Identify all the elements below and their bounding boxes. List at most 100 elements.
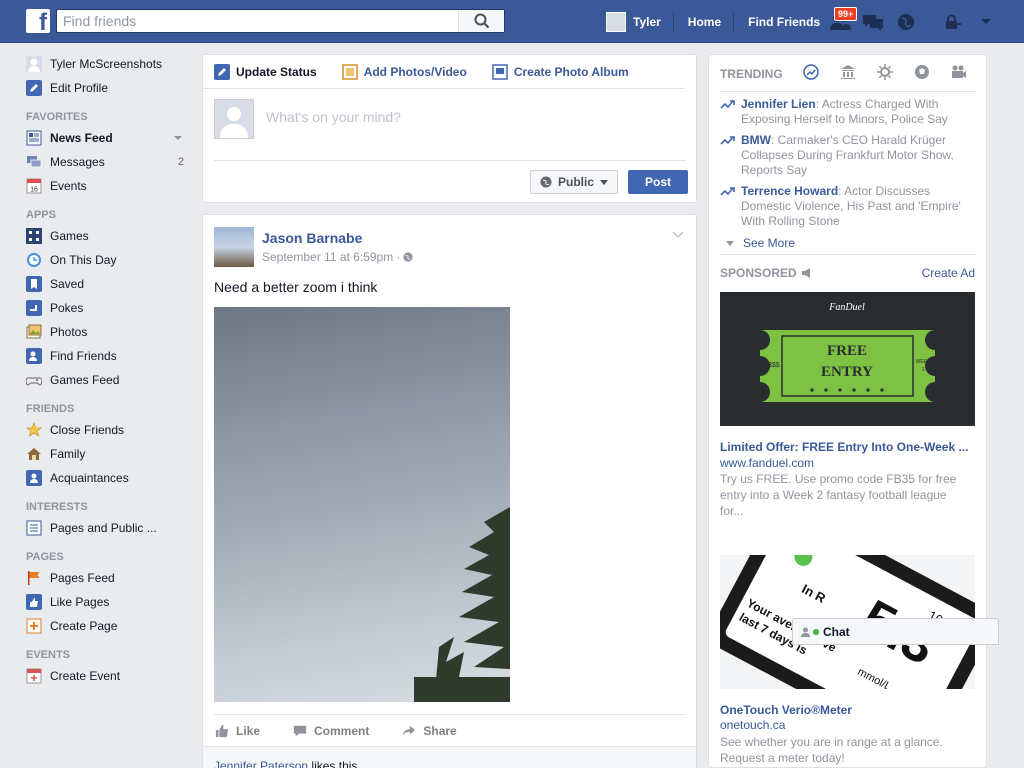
- sidebar-item-find-friends[interactable]: Find Friends: [26, 344, 192, 368]
- trending-item[interactable]: Terrence Howard: Actor Discusses Domesti…: [720, 184, 977, 229]
- thumbs-up-icon: [214, 723, 230, 739]
- sidebar-item-family[interactable]: Family: [26, 442, 192, 466]
- trending-item[interactable]: BMW: Carmaker's CEO Harald Krüger Collap…: [720, 133, 977, 178]
- sidebar-item-label: Messages: [50, 155, 105, 169]
- liker-name-link[interactable]: Jennifer Paterson: [214, 759, 308, 768]
- sidebar-item-games-feed[interactable]: Games Feed: [26, 368, 192, 392]
- notifications-button[interactable]: [894, 11, 918, 33]
- sports-ball-icon[interactable]: [914, 64, 930, 80]
- like-button[interactable]: Like: [214, 723, 260, 739]
- author-avatar[interactable]: [214, 227, 254, 267]
- post-button[interactable]: Post: [628, 170, 688, 194]
- search-button[interactable]: [458, 10, 504, 32]
- post-text: Need a better zoom i think: [214, 279, 378, 295]
- comment-button[interactable]: Comment: [292, 723, 369, 739]
- trending-topic-name: Terrence Howard: [741, 184, 839, 198]
- ad-title-link[interactable]: OneTouch Verio®Meter: [720, 703, 977, 717]
- sidebar-item-saved[interactable]: Saved: [26, 272, 192, 296]
- top-nav-links: Tyler Home Find Friends: [606, 0, 846, 43]
- sidebar-item-events[interactable]: 16 Events: [26, 174, 192, 198]
- post-author[interactable]: Jason Barnabe: [262, 230, 362, 246]
- news-feed-options-caret[interactable]: [174, 136, 182, 140]
- chat-bar[interactable]: Chat: [792, 618, 999, 645]
- sidebar-item-like-pages[interactable]: Like Pages: [26, 590, 192, 614]
- messages-icon: [863, 14, 883, 31]
- status-input[interactable]: [266, 109, 666, 125]
- home-link[interactable]: Home: [688, 11, 735, 32]
- chevron-down-icon[interactable]: [672, 231, 684, 239]
- sidebar-item-acquaintances[interactable]: Acquaintances: [26, 466, 192, 490]
- profile-link[interactable]: Tyler: [633, 11, 674, 32]
- globe-icon: [403, 252, 413, 262]
- trending-item[interactable]: Jennifer Lien: Actress Charged With Expo…: [720, 97, 977, 127]
- messages-button[interactable]: [861, 11, 885, 33]
- calendar-icon: 16: [26, 178, 42, 194]
- share-button[interactable]: Share: [401, 723, 457, 739]
- facebook-logo[interactable]: f: [26, 9, 50, 33]
- tab-label: Update Status: [236, 64, 317, 79]
- sidebar-item-create-event[interactable]: Create Event: [26, 664, 192, 688]
- sidebar-item-on-this-day[interactable]: On This Day: [26, 248, 192, 272]
- svg-text:FanDuel: FanDuel: [828, 302, 865, 313]
- audience-selector[interactable]: Public: [530, 170, 618, 194]
- trending-top-icon[interactable]: [803, 64, 819, 80]
- divider: [720, 254, 977, 255]
- sidebar-item-profile[interactable]: Tyler McScreenshots: [26, 52, 192, 76]
- sidebar-item-create-page[interactable]: Create Page: [26, 614, 192, 638]
- trending-arrow-icon: [720, 136, 735, 145]
- free-entry-ticket-graphic: FanDuel FREE ENTRY $$$$ WEEK 1: [760, 302, 935, 402]
- fanduel-ad-image[interactable]: FanDuel FREE ENTRY $$$$ WEEK 1: [720, 292, 975, 426]
- ad-title-link[interactable]: Limited Offer: FREE Entry Into One-Week …: [720, 440, 977, 454]
- trending-header: TRENDING: [720, 67, 783, 81]
- ad-url[interactable]: onetouch.ca: [720, 718, 785, 732]
- events-header: EVENTS: [26, 649, 71, 661]
- sidebar-item-close-friends[interactable]: Close Friends: [26, 418, 192, 442]
- account-menu-button[interactable]: [974, 11, 998, 33]
- ad-url[interactable]: www.fanduel.com: [720, 456, 814, 470]
- sidebar-item-photos[interactable]: Photos: [26, 320, 192, 344]
- sidebar-item-label: News Feed: [50, 131, 113, 145]
- news-feed-icon: [26, 130, 42, 146]
- privacy-shortcuts-button[interactable]: [941, 11, 965, 33]
- person-icon: [801, 627, 810, 637]
- sidebar-item-label: Acquaintances: [50, 471, 129, 485]
- megaphone-icon: [801, 268, 810, 278]
- post-photo[interactable]: [214, 307, 510, 702]
- sidebar-item-pages-feed[interactable]: Pages Feed: [26, 566, 192, 590]
- apps-header: APPS: [26, 209, 56, 221]
- sidebar-item-label: Pokes: [50, 301, 84, 315]
- politics-building-icon[interactable]: [840, 64, 856, 80]
- action-label: Like: [236, 723, 261, 738]
- find-friends-link[interactable]: Find Friends: [748, 12, 832, 32]
- photos-icon: [26, 324, 42, 340]
- sidebar-item-edit-profile[interactable]: Edit Profile: [26, 76, 192, 100]
- create-ad-link[interactable]: Create Ad: [922, 266, 975, 280]
- sidebar-item-messages[interactable]: Messages 2: [26, 150, 192, 174]
- science-gear-icon[interactable]: [877, 64, 893, 80]
- search-input[interactable]: [57, 10, 457, 32]
- sidebar-item-pages-and-public[interactable]: Pages and Public ...: [26, 516, 192, 540]
- sidebar-item-label: Games Feed: [50, 373, 120, 387]
- entertainment-camera-icon[interactable]: [951, 64, 967, 80]
- friend-requests-button[interactable]: 99+: [828, 6, 858, 33]
- see-more-trending[interactable]: See More: [726, 236, 795, 250]
- post-timestamp[interactable]: September 11 at 6:59pm: [262, 250, 393, 264]
- sidebar-item-news-feed[interactable]: News Feed: [26, 126, 192, 150]
- search-icon: [474, 13, 489, 29]
- tab-add-photos-video[interactable]: Add Photos/Video: [341, 63, 467, 80]
- tab-create-photo-album[interactable]: Create Photo Album: [492, 63, 629, 80]
- tab-update-status[interactable]: Update Status: [214, 63, 317, 80]
- sidebar-item-label: Close Friends: [50, 423, 125, 437]
- sidebar-item-label: Family: [50, 447, 86, 461]
- friend-requests-badge: 99+: [834, 6, 858, 21]
- user-avatar[interactable]: [606, 11, 626, 32]
- right-column: TRENDING Jennifer Lien: Actress Charged …: [708, 54, 987, 768]
- sidebar-item-pokes[interactable]: Pokes: [26, 296, 192, 320]
- svg-text:ENTRY: ENTRY: [821, 364, 873, 380]
- search-box: [56, 9, 505, 33]
- feed-post: Jason Barnabe September 11 at 6:59pm · N…: [202, 214, 697, 768]
- globe-icon: [898, 13, 914, 30]
- sidebar-item-games[interactable]: Games: [26, 224, 192, 248]
- find-friends-icon: [26, 348, 42, 364]
- ad-description: Try us FREE. Use promo code FB35 for fre…: [720, 472, 957, 518]
